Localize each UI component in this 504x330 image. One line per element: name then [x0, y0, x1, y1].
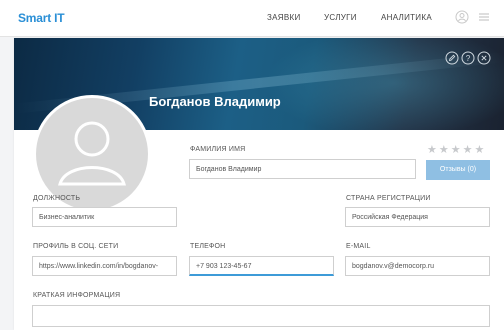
phone-input[interactable]: +7 903 123-45-67	[189, 256, 334, 276]
country-label: СТРАНА РЕГИСТРАЦИИ	[346, 195, 431, 202]
rating-stars[interactable]: ★★★★★	[427, 143, 486, 156]
help-icon[interactable]: ?	[461, 51, 475, 65]
fullname-label: ФАМИЛИЯ ИМЯ	[190, 146, 246, 153]
edit-icon[interactable]	[445, 51, 459, 65]
user-placeholder-icon	[58, 121, 126, 186]
email-input[interactable]: bogdanov.v@democorp.ru	[345, 256, 490, 276]
star-icon[interactable]: ★	[451, 144, 463, 156]
svg-text:?: ?	[466, 54, 471, 63]
star-icon[interactable]: ★	[463, 144, 475, 156]
nav-services[interactable]: УСЛУГИ	[324, 13, 357, 22]
nav-requests[interactable]: ЗАЯВКИ	[267, 13, 301, 22]
star-icon[interactable]: ★	[439, 144, 451, 156]
reviews-button[interactable]: Отзывы (0)	[426, 160, 490, 180]
fullname-input[interactable]: Богданов Владимир	[189, 159, 416, 179]
about-label: КРАТКАЯ ИНФОРМАЦИЯ	[33, 292, 121, 299]
top-bar: Smart IT ЗАЯВКИ УСЛУГИ АНАЛИТИКА	[0, 0, 504, 37]
position-input[interactable]: Бизнес-аналитик	[32, 207, 177, 227]
about-textarea[interactable]	[32, 305, 490, 327]
profile-name: Богданов Владимир	[149, 94, 281, 109]
nav-analytics[interactable]: АНАЛИТИКА	[381, 13, 432, 22]
country-select[interactable]: Российская Федерация	[345, 207, 490, 227]
profile-card: ? Богданов Владимир ФАМИЛИЯ ИМЯ Богданов…	[14, 38, 504, 330]
star-icon[interactable]: ★	[475, 144, 487, 156]
email-label: E-MAIL	[346, 243, 371, 250]
close-icon[interactable]	[477, 51, 491, 65]
social-label: ПРОФИЛЬ В СОЦ. СЕТИ	[33, 243, 119, 250]
position-label: ДОЛЖНОСТЬ	[33, 195, 81, 202]
menu-icon[interactable]	[477, 10, 491, 24]
social-input[interactable]: https://www.linkedin.com/in/bogdanov-	[32, 256, 177, 276]
phone-label: ТЕЛЕФОН	[190, 243, 226, 250]
star-icon[interactable]: ★	[427, 144, 439, 156]
app-logo[interactable]: Smart IT	[18, 11, 65, 25]
user-icon[interactable]	[455, 10, 469, 24]
